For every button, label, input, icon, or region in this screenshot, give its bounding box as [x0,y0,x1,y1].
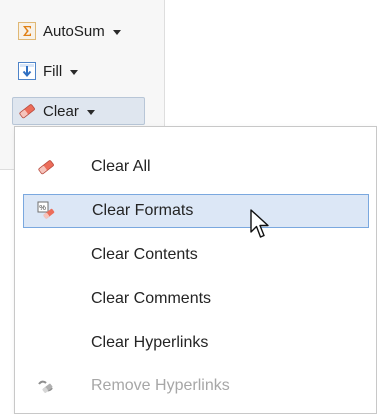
blank-icon [29,282,63,316]
fill-button[interactable]: Fill [13,57,83,85]
menu-item-label: Clear All [91,158,151,175]
menu-item-remove-hyperlinks: Remove Hyperlinks [23,369,369,403]
blank-icon [29,238,63,272]
menu-item-clear-hyperlinks[interactable]: Clear Hyperlinks [23,326,369,360]
chevron-down-icon [70,69,79,75]
menu-item-clear-all[interactable]: Clear All [23,150,369,184]
eraser-icon [18,102,36,120]
excel-clear-dropdown-screenshot: AutoSum Fill Clear Clear All % Clear For… [0,0,377,414]
autosum-button[interactable]: AutoSum [13,17,126,45]
menu-item-clear-comments[interactable]: Clear Comments [23,282,369,316]
clear-formats-icon: % [30,194,64,228]
link-remove-icon [29,369,63,403]
menu-item-label: Remove Hyperlinks [91,377,230,394]
clear-label: Clear [43,102,79,120]
chevron-down-icon [112,29,121,35]
chevron-down-icon [86,109,95,115]
sigma-icon [18,22,36,40]
menu-item-label: Clear Formats [92,202,194,219]
autosum-label: AutoSum [43,22,105,40]
menu-item-label: Clear Contents [91,246,198,263]
fill-down-icon [18,62,36,80]
eraser-icon [29,150,63,184]
svg-text:%: % [39,203,46,212]
blank-icon [29,326,63,360]
clear-button[interactable]: Clear [12,97,145,125]
menu-item-label: Clear Comments [91,290,212,307]
clear-dropdown-menu: Clear All % Clear Formats Clear Contents [14,126,377,414]
menu-item-label: Clear Hyperlinks [91,334,209,351]
menu-item-clear-contents[interactable]: Clear Contents [23,238,369,272]
fill-label: Fill [43,62,63,80]
menu-item-clear-formats[interactable]: % Clear Formats [23,194,369,228]
